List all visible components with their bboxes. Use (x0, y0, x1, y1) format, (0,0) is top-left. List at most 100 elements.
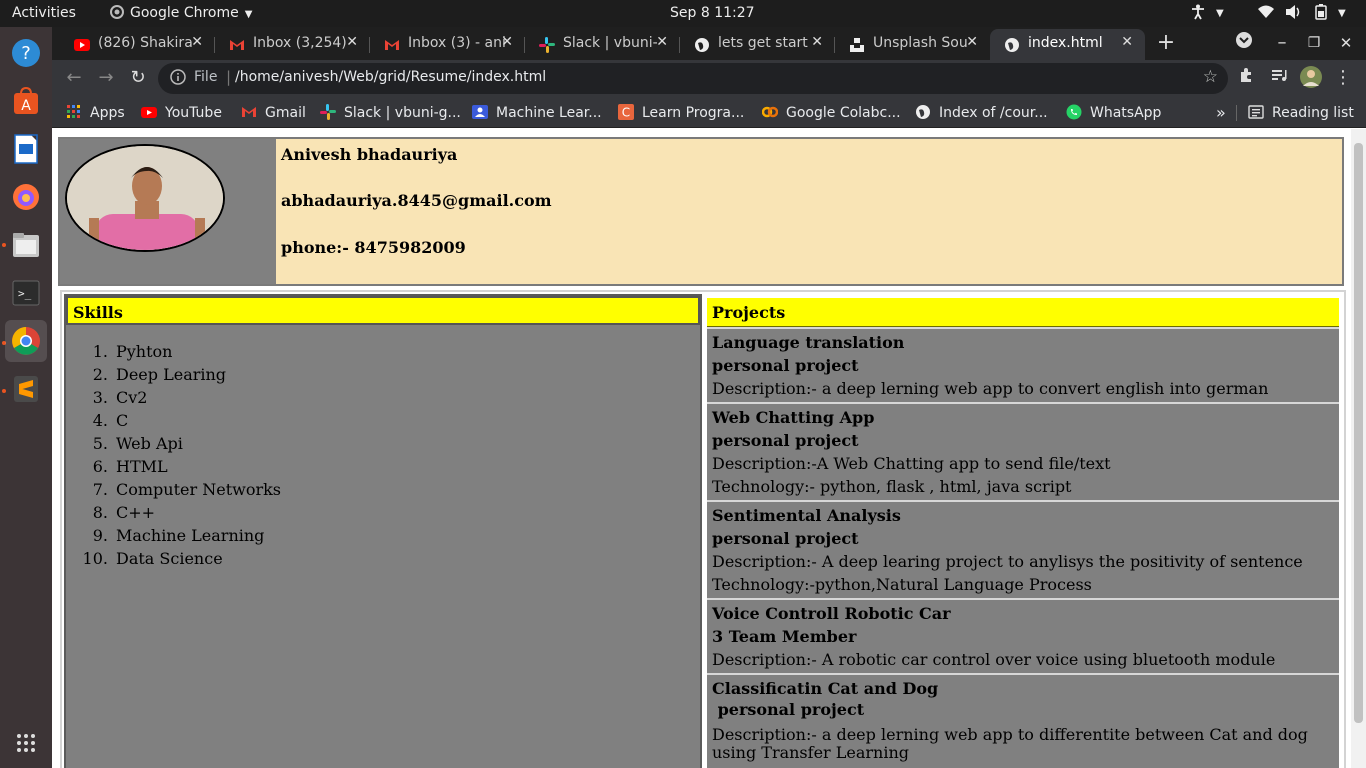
unsplash-icon (850, 38, 864, 52)
list-item: 6. HTML (92, 457, 168, 476)
omnibox[interactable]: File | /home/anivesh/Web/grid/Resume/ind… (158, 63, 1228, 94)
candidate-email: abhadauriya.8445@gmail.com (281, 191, 552, 210)
close-icon[interactable]: ✕ (811, 34, 823, 50)
skill-label: C (116, 411, 129, 430)
profile-avatar[interactable] (1299, 66, 1323, 90)
bookmark-youtube[interactable]: YouTube (141, 102, 222, 124)
tab-slack[interactable]: Slack | vbuni- ✕ (525, 29, 680, 60)
reading-list-icon (1248, 105, 1264, 119)
project-card: Sentimental Analysis personal project De… (707, 500, 1339, 598)
list-item: 9. Machine Learning (92, 526, 265, 545)
sublime-text-icon[interactable] (5, 368, 47, 410)
skill-label: C++ (116, 503, 156, 522)
url-text[interactable]: /home/anivesh/Web/grid/Resume/index.html (235, 69, 546, 85)
project-description: Description:- a deep lerning web app to … (712, 725, 1308, 762)
volume-icon[interactable] (1286, 0, 1302, 27)
new-tab-icon[interactable]: + (1154, 31, 1178, 55)
gmail-icon (230, 40, 244, 50)
bookmark-label: YouTube (165, 105, 222, 121)
ubuntu-dock: ? A >_ (0, 27, 52, 768)
media-control-icon[interactable] (1267, 66, 1291, 90)
bookmark-apps[interactable]: Apps (66, 102, 125, 124)
app-menu-label: Google Chrome (130, 5, 239, 21)
firefox-icon[interactable] (5, 176, 47, 218)
photo-cell (60, 139, 276, 284)
skill-label: Machine Learning (116, 526, 265, 545)
skill-label: HTML (116, 457, 168, 476)
globe-icon (1005, 38, 1019, 52)
chevron-down-icon[interactable]: ▼ (1338, 0, 1346, 27)
app-menu[interactable]: Google Chrome ▼ (110, 0, 252, 27)
close-icon[interactable]: ✕ (1121, 34, 1133, 50)
youtube-icon (74, 39, 90, 51)
bookmark-slack[interactable]: Slack | vbuni-g... (320, 102, 461, 124)
project-title: Web Chatting App (712, 408, 875, 427)
project-technology: Technology:- python, flask , html, java … (712, 477, 1072, 496)
project-description: Description:- a deep lerning web app to … (712, 379, 1269, 398)
bookmark-whatsapp[interactable]: WhatsApp (1066, 102, 1161, 124)
list-item: 8. C++ (92, 503, 156, 522)
globe-icon (916, 105, 930, 119)
wifi-icon[interactable] (1258, 0, 1274, 27)
tab-gmail-2[interactable]: Inbox (3) - ani ✕ (370, 29, 525, 60)
minimize-icon[interactable]: – (1270, 31, 1294, 55)
accessibility-icon[interactable] (1190, 0, 1206, 27)
bookmarks-divider (1236, 105, 1237, 121)
tab-search-icon[interactable] (1232, 31, 1256, 55)
files-icon[interactable] (5, 224, 47, 266)
help-icon[interactable]: ? (5, 32, 47, 74)
skills-list: 1. Pyhton 2. Deep Learing 3. Cv2 4. C 5. Web … (80, 340, 281, 570)
close-icon[interactable]: ✕ (966, 34, 978, 50)
apps-grid-icon (67, 105, 80, 118)
youtube-icon (141, 107, 157, 118)
bookmark-learn-programming[interactable]: C Learn Progra... (618, 102, 744, 124)
software-center-icon[interactable]: A (5, 80, 47, 122)
skill-label: Deep Learing (116, 365, 227, 384)
tab-index-html[interactable]: index.html ✕ (990, 29, 1145, 60)
info-icon[interactable] (170, 69, 188, 87)
scrollbar-thumb[interactable] (1354, 143, 1363, 723)
bookmark-google-colab[interactable]: Google Colabc... (762, 102, 901, 124)
close-window-icon[interactable]: ✕ (1334, 31, 1358, 55)
clock[interactable]: Sep 8 11:27 (670, 0, 755, 27)
close-icon[interactable]: ✕ (656, 34, 668, 50)
bookmark-machine-learning[interactable]: Machine Lear... (472, 102, 602, 124)
reading-list-button[interactable]: Reading list (1248, 102, 1354, 124)
close-icon[interactable]: ✕ (191, 34, 203, 50)
skills-heading: Skills (66, 296, 700, 325)
show-applications-icon[interactable] (5, 722, 47, 764)
reload-icon[interactable]: ↻ (126, 66, 150, 90)
slack-icon (320, 104, 336, 120)
tab-gmail-1[interactable]: Inbox (3,254) ✕ (215, 29, 370, 60)
bookmark-gmail[interactable]: Gmail (241, 102, 306, 124)
bookmark-star-icon[interactable]: ☆ (1203, 67, 1218, 87)
project-type: 3 Team Member (712, 627, 857, 646)
terminal-icon[interactable]: >_ (5, 272, 47, 314)
skill-label: Pyhton (116, 342, 173, 361)
url-scheme-label: File (194, 69, 218, 85)
tab-youtube[interactable]: (826) Shakira ✕ (60, 29, 215, 60)
chevron-down-icon[interactable]: ▼ (1216, 0, 1224, 27)
tab-lets-get-started[interactable]: lets get start ✕ (680, 29, 835, 60)
project-title: Language translation (712, 333, 905, 352)
page-scrollbar[interactable] (1351, 129, 1366, 768)
svg-text:?: ? (21, 43, 31, 64)
activities-button[interactable]: Activities (12, 0, 76, 27)
more-bookmarks-chevron-icon[interactable]: » (1216, 102, 1226, 124)
restore-icon[interactable]: ❐ (1302, 31, 1326, 55)
battery-icon[interactable] (1314, 0, 1328, 27)
extensions-icon[interactable] (1235, 66, 1259, 90)
tab-unsplash[interactable]: Unsplash Sou ✕ (835, 29, 990, 60)
chrome-icon[interactable] (5, 320, 47, 362)
close-icon[interactable]: ✕ (346, 34, 358, 50)
project-card: Voice Controll Robotic Car 3 Team Member… (707, 598, 1339, 673)
close-icon[interactable]: ✕ (501, 34, 513, 50)
menu-kebab-icon[interactable]: ⋮ (1331, 66, 1355, 90)
list-item: 7. Computer Networks (92, 480, 282, 499)
writer-icon[interactable] (5, 128, 47, 170)
back-icon[interactable]: ← (62, 66, 86, 90)
forward-icon[interactable]: → (94, 66, 118, 90)
gmail-icon (385, 40, 399, 50)
bookmark-index-of-courses[interactable]: Index of /cour... (915, 102, 1048, 124)
bookmark-label: Apps (90, 105, 125, 121)
